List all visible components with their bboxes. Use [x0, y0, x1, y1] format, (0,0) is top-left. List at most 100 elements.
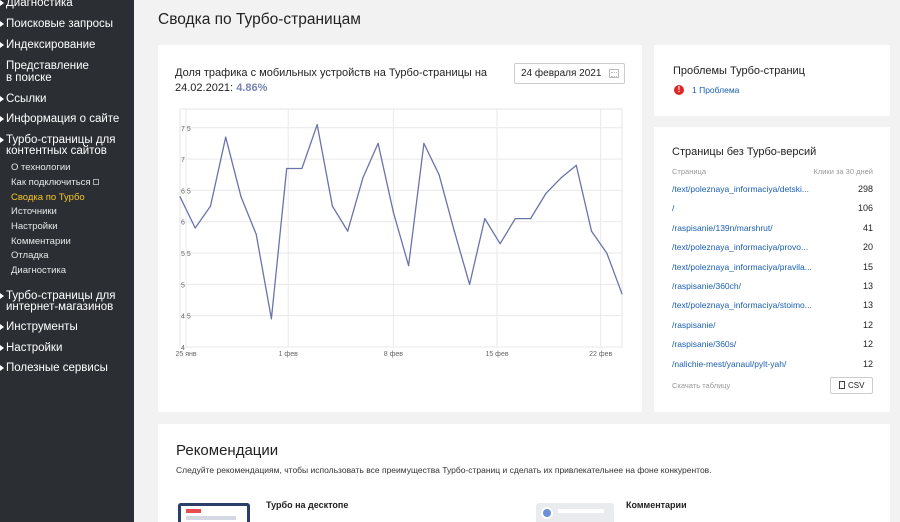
data-point: [225, 136, 227, 138]
recommendation-comments[interactable]: Комментарии: [626, 500, 687, 510]
data-point: [286, 167, 288, 170]
table-row-page-link[interactable]: /raspisanie/139n/marshrut/: [672, 223, 822, 233]
chevron-right-icon: [0, 0, 4, 6]
avatar: [541, 507, 553, 519]
page-title: Сводка по Турбо-страницам: [158, 11, 361, 28]
data-point: [484, 218, 486, 220]
data-point: [408, 264, 410, 267]
data-point: [377, 142, 379, 145]
chevron-right-icon: [0, 365, 4, 371]
chevron-right-icon: [0, 293, 4, 299]
x-tick-label: 15 фев: [485, 351, 508, 358]
data-point: [590, 230, 593, 232]
csv-download-button[interactable]: CSV: [830, 377, 873, 394]
table-row-page-link[interactable]: /text/poleznaya_informaciya/pravila...: [672, 262, 822, 272]
sidebar-subitem-diagnostics[interactable]: Диагностика: [11, 265, 66, 276]
chevron-right-icon: [0, 42, 4, 48]
external-link-icon: [92, 179, 99, 186]
turbo-problems-card: Проблемы Турбо-страниц ! 1 Проблема: [654, 45, 890, 116]
table-row-page-link[interactable]: /nalichie-mest/yanaul/pylt-yah/: [672, 359, 822, 369]
data-point: [179, 196, 181, 198]
sidebar-subitem-settings[interactable]: Настройки: [11, 221, 58, 232]
data-point: [255, 233, 257, 235]
plot-area: [179, 108, 623, 348]
sidebar-subitem-how-to-connect[interactable]: Как подключиться: [11, 177, 99, 188]
table-row-clicks: 20: [862, 242, 873, 253]
pages-without-turbo-title: Страницы без Турбо-версий: [672, 146, 817, 158]
data-point: [621, 293, 623, 295]
data-point: [453, 230, 455, 232]
y-tick-label: 6: [181, 220, 185, 227]
data-point: [438, 174, 440, 176]
pages-without-turbo-card: Страницы без Турбо-версий Страница Клики…: [654, 127, 890, 412]
data-point: [560, 177, 562, 179]
problems-title: Проблемы Турбо-страниц: [673, 65, 805, 77]
comments-illustration: [536, 503, 614, 522]
sidebar-subitem-debug[interactable]: Отладка: [11, 250, 49, 261]
data-point: [347, 230, 349, 232]
table-row-clicks: 12: [862, 319, 873, 330]
data-point: [331, 205, 334, 207]
chevron-right-icon: [0, 21, 4, 27]
y-tick-label: 5: [181, 282, 185, 289]
recommendations-card: Рекомендации Следуйте рекомендациям, что…: [158, 424, 890, 522]
table-row-clicks: 41: [862, 222, 873, 233]
data-point: [301, 167, 303, 170]
data-point: [362, 177, 364, 179]
column-header-clicks: Клики за 30 дней: [813, 167, 874, 176]
data-point: [270, 318, 273, 320]
recommendation-turbo-desktop[interactable]: Турбо на десктопе: [266, 500, 348, 510]
sidebar-subitem-turbo-summary[interactable]: Сводка по Турбо: [11, 192, 85, 203]
chevron-down-icon: [0, 137, 4, 143]
download-table-link[interactable]: Скачать таблицу: [672, 381, 730, 390]
table-row-page-link[interactable]: /raspisanie/: [672, 320, 822, 330]
problems-count-link[interactable]: 1 Проблема: [692, 85, 739, 95]
table-row-page-link[interactable]: /: [672, 203, 822, 213]
table-row-clicks: 12: [862, 358, 873, 369]
sidebar: Диагностика Поисковые запросы Индексиров…: [0, 0, 134, 522]
x-tick-label: 8 фев: [384, 351, 403, 358]
data-point: [209, 205, 212, 207]
data-point: [575, 164, 577, 166]
recommendations-title: Рекомендации: [176, 442, 279, 459]
sidebar-subitem-comments[interactable]: Комментарии: [11, 236, 71, 247]
data-point: [392, 211, 394, 213]
table-row-page-link[interactable]: /raspisanie/360ch/: [672, 281, 822, 291]
table-row-clicks: 12: [862, 339, 873, 350]
sidebar-subitem-sources[interactable]: Источники: [11, 206, 57, 217]
table-row-clicks: 13: [862, 300, 873, 311]
data-point: [606, 252, 608, 254]
table-row-clicks: 298: [857, 184, 873, 194]
data-point: [514, 218, 516, 220]
traffic-chart-card: Доля трафика с мобильных устройств на Ту…: [158, 45, 642, 412]
data-point: [499, 243, 501, 245]
chevron-right-icon: [0, 345, 4, 351]
table-row-clicks: 106: [857, 203, 873, 214]
chevron-right-icon: [0, 116, 4, 122]
traffic-line-chart: 7.576.565.554.5425 янв1 фев8 фев15 фев22…: [176, 108, 623, 358]
data-point: [468, 283, 471, 285]
sidebar-subitem-about[interactable]: О технологии: [11, 162, 70, 173]
document-icon: [839, 381, 845, 389]
data-point: [545, 192, 547, 195]
chevron-right-icon: [0, 324, 4, 330]
data-point: [529, 218, 532, 220]
data-point: [194, 227, 196, 229]
x-tick-label: 1 фев: [279, 351, 298, 358]
table-row-page-link[interactable]: /raspisanie/360s/: [672, 339, 822, 349]
table-row-page-link[interactable]: /text/poleznaya_informaciya/provo...: [672, 242, 822, 252]
data-point: [423, 142, 425, 145]
data-point: [316, 124, 318, 126]
table-row-clicks: 13: [862, 281, 873, 291]
x-tick-label: 25 янв: [176, 351, 197, 358]
table-row-page-link[interactable]: /text/poleznaya_informaciya/stoimo...: [672, 300, 822, 310]
table-row-page-link[interactable]: /text/poleznaya_informaciya/detski...: [672, 184, 822, 194]
column-header-page: Страница: [672, 167, 706, 176]
data-point: [240, 196, 242, 198]
desktop-illustration: [178, 503, 250, 522]
x-tick-label: 22 фев: [589, 351, 612, 358]
recommendations-subtitle: Следуйте рекомендациям, чтобы использова…: [176, 465, 712, 475]
table-row-clicks: 15: [862, 261, 873, 272]
error-icon: !: [674, 85, 684, 95]
chevron-right-icon: [0, 96, 4, 102]
